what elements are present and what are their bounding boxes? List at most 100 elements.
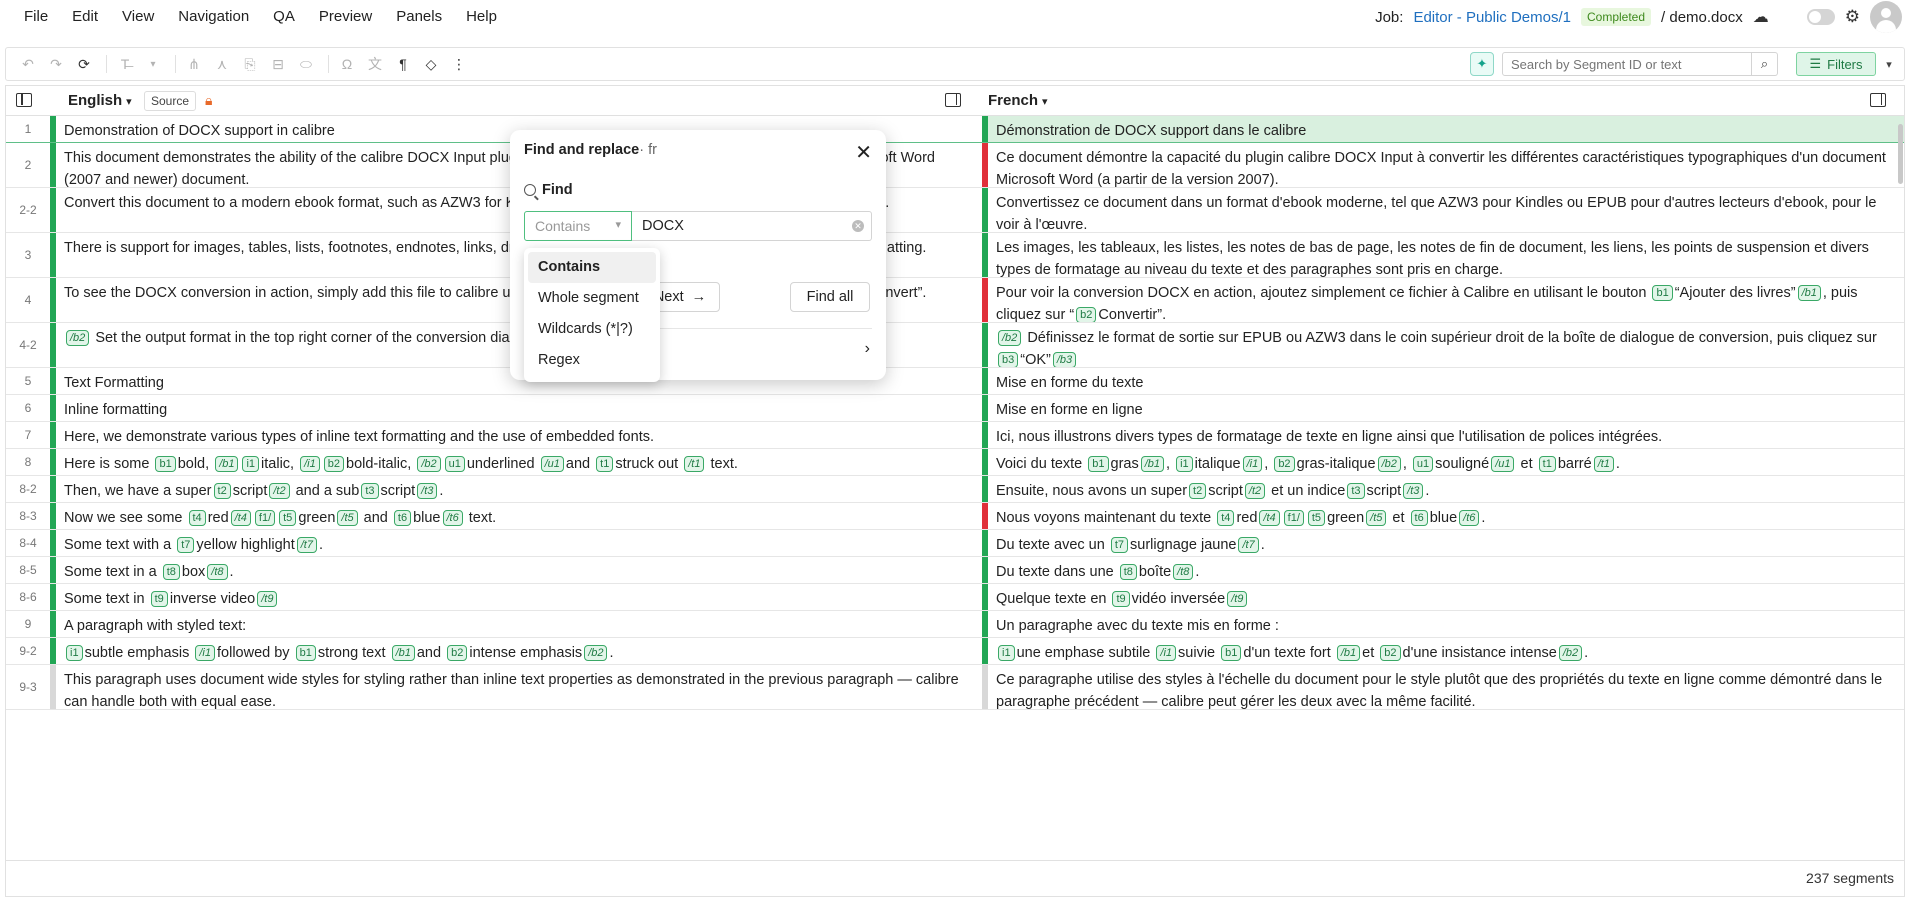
merge-icon[interactable]: ⋏ bbox=[210, 52, 234, 76]
undo-icon[interactable]: ↶ bbox=[16, 52, 40, 76]
target-cell[interactable]: Nous voyons maintenant du texte t4 red/t4… bbox=[988, 503, 1904, 529]
segment-row[interactable]: 8-2 Then, we have a super t2 script/t2 and … bbox=[6, 476, 1904, 503]
filters-button[interactable]: ☰ Filters bbox=[1796, 52, 1876, 76]
segment-row[interactable]: 9 A paragraph with styled text: Un paragra… bbox=[6, 611, 1904, 638]
inline-tag[interactable]: b1 bbox=[295, 645, 316, 661]
inline-tag[interactable]: t2 bbox=[213, 483, 231, 499]
inline-tag[interactable]: /t7 bbox=[296, 537, 317, 553]
clear-input-icon[interactable]: ✕ bbox=[852, 220, 864, 232]
filters-dropdown-icon[interactable]: ▾ bbox=[1880, 52, 1898, 76]
menu-navigation[interactable]: Navigation bbox=[166, 0, 261, 34]
refresh-icon[interactable]: ⟳ bbox=[72, 52, 96, 76]
inline-tag[interactable]: t9 bbox=[150, 591, 168, 607]
inline-tag[interactable]: /b1 bbox=[391, 645, 415, 661]
target-cell[interactable]: Les images, les tableaux, les listes, le… bbox=[988, 233, 1904, 277]
inline-tag[interactable]: /i1 bbox=[300, 456, 320, 472]
find-input[interactable] bbox=[632, 211, 872, 241]
inline-tag[interactable]: t6 bbox=[393, 510, 412, 526]
inline-tag[interactable]: t6 bbox=[1410, 510, 1428, 526]
inline-tag[interactable]: /t7 bbox=[1238, 537, 1259, 553]
inline-tag[interactable]: /b2 bbox=[1558, 645, 1583, 661]
clear-format-icon[interactable]: T̶ bbox=[113, 52, 137, 76]
inline-tag[interactable]: /t3 bbox=[417, 483, 438, 499]
menu-panels[interactable]: Panels bbox=[384, 0, 454, 34]
source-cell[interactable]: A paragraph with styled text: bbox=[56, 611, 982, 637]
inline-tag[interactable]: /t2 bbox=[1244, 483, 1266, 499]
ai-sparkle-icon[interactable]: ✦ bbox=[1470, 52, 1494, 76]
lock-icon[interactable]: 🔒︎ bbox=[205, 92, 212, 109]
inline-tag[interactable]: t3 bbox=[361, 483, 379, 499]
source-cell[interactable]: Now we see some t4 red/t4 f1/t5 green/t5 an… bbox=[56, 503, 982, 529]
inline-tag[interactable]: b2 bbox=[1380, 645, 1401, 661]
target-cell[interactable]: Voici du texte b1 gras/b1, i1 italique/i1,… bbox=[988, 449, 1904, 475]
inline-tag[interactable]: i1 bbox=[66, 645, 83, 661]
inline-tag[interactable]: /t5 bbox=[337, 510, 358, 526]
label-icon[interactable]: ◇ bbox=[419, 52, 443, 76]
theme-toggle[interactable] bbox=[1806, 9, 1835, 25]
inline-tag[interactable]: /t6 bbox=[442, 510, 463, 526]
menu-help[interactable]: Help bbox=[454, 0, 509, 34]
scroll-thumb[interactable] bbox=[1898, 124, 1903, 184]
menu-view[interactable]: View bbox=[110, 0, 166, 34]
target-language-selector[interactable]: French ▾ bbox=[988, 86, 1048, 117]
inline-tag[interactable]: u1 bbox=[444, 456, 465, 472]
target-cell[interactable]: Ensuite, nous avons un super t2 script/t2 … bbox=[988, 476, 1904, 502]
inline-tag[interactable]: b2 bbox=[1274, 456, 1295, 472]
source-cell[interactable]: Here, we demonstrate various types of in… bbox=[56, 422, 982, 448]
segment-row[interactable]: 5 Text Formatting Mise en forme du texte bbox=[6, 368, 1904, 395]
target-cell[interactable]: Pour voir la conversion DOCX en action, … bbox=[988, 278, 1904, 322]
inline-tag[interactable]: /t2 bbox=[269, 483, 290, 499]
inline-tag[interactable]: /t9 bbox=[1227, 591, 1248, 607]
inline-tag[interactable]: b1 bbox=[1088, 456, 1109, 472]
inline-tag[interactable]: /b2 bbox=[1377, 456, 1401, 472]
inline-tag[interactable]: t5 bbox=[1307, 510, 1326, 526]
inline-tag[interactable]: /t3 bbox=[1403, 483, 1424, 499]
inline-tag[interactable]: /t4 bbox=[230, 510, 251, 526]
source-cell[interactable]: Some text with a t7 yellow highlight/t7. bbox=[56, 530, 982, 556]
mode-option-contains[interactable]: Contains bbox=[528, 252, 656, 283]
menu-preview[interactable]: Preview bbox=[307, 0, 384, 34]
segment-row[interactable]: 2-2 Convert this document to a modern ebo… bbox=[6, 188, 1904, 233]
inline-tag[interactable]: /b2 bbox=[998, 330, 1022, 346]
inline-tag[interactable]: /b1 bbox=[1140, 456, 1165, 472]
inline-tag[interactable]: /b1 bbox=[215, 456, 239, 472]
inline-tag[interactable]: /b1 bbox=[1797, 285, 1821, 301]
mode-option-wildcards[interactable]: Wildcards (*|?) bbox=[528, 314, 656, 345]
inline-tag[interactable]: /t1 bbox=[684, 456, 705, 472]
target-cell[interactable]: Du texte dans une t8 boîte/t8. bbox=[988, 557, 1904, 583]
source-cell[interactable]: Inline formatting bbox=[56, 395, 982, 421]
inline-tag[interactable]: /b2 bbox=[66, 330, 90, 346]
inline-tag[interactable]: /t9 bbox=[257, 591, 278, 607]
target-cell[interactable]: Mise en forme en ligne bbox=[988, 395, 1904, 421]
inline-tag[interactable]: /i1 bbox=[195, 645, 215, 661]
scrollbar[interactable] bbox=[1896, 116, 1904, 856]
target-cell[interactable]: Du texte avec un t7 surlignage jaune/t7. bbox=[988, 530, 1904, 556]
insert-tags-icon[interactable]: ⊟ bbox=[266, 52, 290, 76]
inline-tag[interactable]: b2 bbox=[447, 645, 468, 661]
segment-row[interactable]: 3 There is support for images, tables, li… bbox=[6, 233, 1904, 278]
target-cell[interactable]: Ce document démontre la capacité du plug… bbox=[988, 143, 1904, 187]
segment-row[interactable]: 4 To see the DOCX conversion in action, s… bbox=[6, 278, 1904, 323]
target-panel-icon[interactable] bbox=[1870, 93, 1886, 107]
gear-icon[interactable]: ⚙ bbox=[1845, 7, 1860, 27]
redo-icon[interactable]: ↷ bbox=[44, 52, 68, 76]
inline-tag[interactable]: /t1 bbox=[1593, 456, 1614, 472]
segment-row[interactable]: 8-3 Now we see some t4 red/t4 f1/t5 green/t5… bbox=[6, 503, 1904, 530]
inline-tag[interactable]: /t6 bbox=[1459, 510, 1480, 526]
segment-row[interactable]: 9-3 This paragraph uses document wide sty… bbox=[6, 665, 1904, 710]
target-cell[interactable]: Démonstration de DOCX support dans le ca… bbox=[988, 116, 1904, 142]
target-cell[interactable]: Un paragraphe avec du texte mis en forme… bbox=[988, 611, 1904, 637]
inline-tag[interactable]: b2 bbox=[1076, 307, 1097, 322]
inline-tag[interactable]: b2 bbox=[323, 456, 344, 472]
inline-tag[interactable]: /b2 bbox=[417, 456, 441, 472]
inline-tag[interactable]: u1 bbox=[1412, 456, 1434, 472]
inline-tag[interactable]: t4 bbox=[188, 510, 206, 526]
inline-tag[interactable]: /i1 bbox=[1242, 456, 1263, 472]
inline-tag[interactable]: t8 bbox=[1119, 564, 1137, 580]
menu-qa[interactable]: QA bbox=[261, 0, 307, 34]
translate-icon[interactable]: 文 bbox=[363, 52, 387, 76]
source-cell[interactable]: This paragraph uses document wide styles… bbox=[56, 665, 982, 709]
source-language-selector[interactable]: English ▾ bbox=[68, 86, 132, 117]
menu-edit[interactable]: Edit bbox=[60, 0, 110, 34]
inline-tag[interactable]: f1/ bbox=[1283, 510, 1304, 526]
